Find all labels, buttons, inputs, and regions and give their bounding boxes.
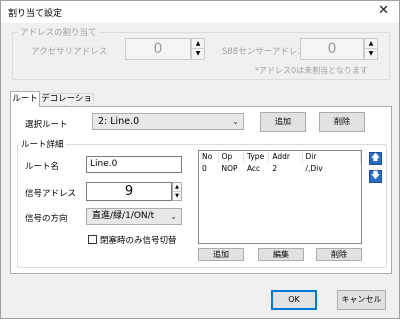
spin-up-icon[interactable]: ▲ <box>192 39 204 49</box>
spin-up-icon[interactable]: ▲ <box>365 39 377 49</box>
route-operations-table[interactable]: No Op Type Addr Dir 0 NOP Acc 2 /,Div <box>198 150 362 244</box>
route-add-button[interactable]: 追加 <box>260 112 306 132</box>
assignment-dialog: 割り当て設定 ✕ アドレスの割り当て アクセサリアドレス 0 ▲ ▼ S88セン… <box>0 0 400 319</box>
column-header[interactable]: Type <box>244 151 270 163</box>
signal-switch-checkbox[interactable] <box>88 235 97 244</box>
s88-address-label: S88センサーアドレス <box>222 47 306 57</box>
address-group-title: アドレスの割り当て <box>18 26 99 38</box>
spin-down-icon[interactable]: ▼ <box>192 49 204 59</box>
s88-address-spinner[interactable]: ▲ ▼ <box>364 38 378 60</box>
table-cell: /,Div <box>305 164 323 173</box>
accessory-address-label: アクセサリアドレス <box>31 47 108 57</box>
table-cell: 2 <box>272 164 278 173</box>
route-delete-button[interactable]: 削除 <box>319 112 365 132</box>
route-select-label: 選択ルート <box>25 120 68 130</box>
signal-address-label: 信号アドレス <box>25 189 77 199</box>
spin-down-icon[interactable]: ▼ <box>365 49 377 59</box>
operation-edit-button[interactable]: 編集 <box>258 248 304 261</box>
chevron-down-icon: ⌄ <box>232 117 239 126</box>
route-select-value: 2: Line.0 <box>98 116 140 127</box>
tab-decoration[interactable]: デコレーション <box>39 93 94 115</box>
ok-button[interactable]: OK <box>271 290 317 310</box>
column-header[interactable]: Addr <box>269 151 303 163</box>
column-header[interactable]: No <box>199 151 219 163</box>
spin-down-icon[interactable]: ▼ <box>173 192 181 201</box>
signal-address-input[interactable]: 9 <box>86 182 172 201</box>
move-up-icon[interactable]: 🡅 <box>369 152 382 165</box>
column-header[interactable]: Dir <box>303 151 361 163</box>
signal-direction-value: 直進/緑/1/ON/t <box>92 211 155 221</box>
title-bar: 割り当て設定 ✕ <box>1 1 399 23</box>
address-note: *アドレス0は未割当となります <box>255 66 368 75</box>
chevron-down-icon: ⌄ <box>170 212 177 221</box>
route-detail-title: ルート詳細 <box>19 138 66 150</box>
operation-delete-button[interactable]: 削除 <box>316 248 362 261</box>
operation-add-button[interactable]: 追加 <box>198 248 244 261</box>
route-name-label: ルート名 <box>25 162 60 172</box>
accessory-address-spinner[interactable]: ▲ ▼ <box>191 38 205 60</box>
tab-route[interactable]: ルート <box>10 91 40 107</box>
signal-address-spinner[interactable]: ▲ ▼ <box>172 182 182 201</box>
route-name-input[interactable]: Line.0 <box>86 156 182 173</box>
signal-switch-label: 閉塞時のみ信号切替 <box>100 236 177 246</box>
signal-direction-select[interactable]: 直進/緑/1/ON/t ⌄ <box>86 208 182 225</box>
signal-direction-label: 信号の方向 <box>25 214 68 224</box>
table-cell: Acc <box>246 164 261 173</box>
table-header: No Op Type Addr Dir <box>199 151 361 163</box>
s88-address-input[interactable]: 0 <box>300 38 364 60</box>
cancel-button[interactable]: キャンセル <box>337 290 386 310</box>
table-cell: 0 <box>202 164 207 173</box>
column-header[interactable]: Op <box>219 151 244 163</box>
window-title: 割り当て設定 <box>8 9 63 19</box>
close-icon[interactable]: ✕ <box>378 3 389 18</box>
spin-up-icon[interactable]: ▲ <box>173 183 181 192</box>
table-cell: NOP <box>221 164 238 173</box>
accessory-address-input[interactable]: 0 <box>125 38 191 60</box>
table-row[interactable]: 0 NOP Acc 2 /,Div <box>199 163 361 175</box>
move-down-icon[interactable]: 🡇 <box>369 170 382 183</box>
route-select[interactable]: 2: Line.0 ⌄ <box>92 113 244 130</box>
